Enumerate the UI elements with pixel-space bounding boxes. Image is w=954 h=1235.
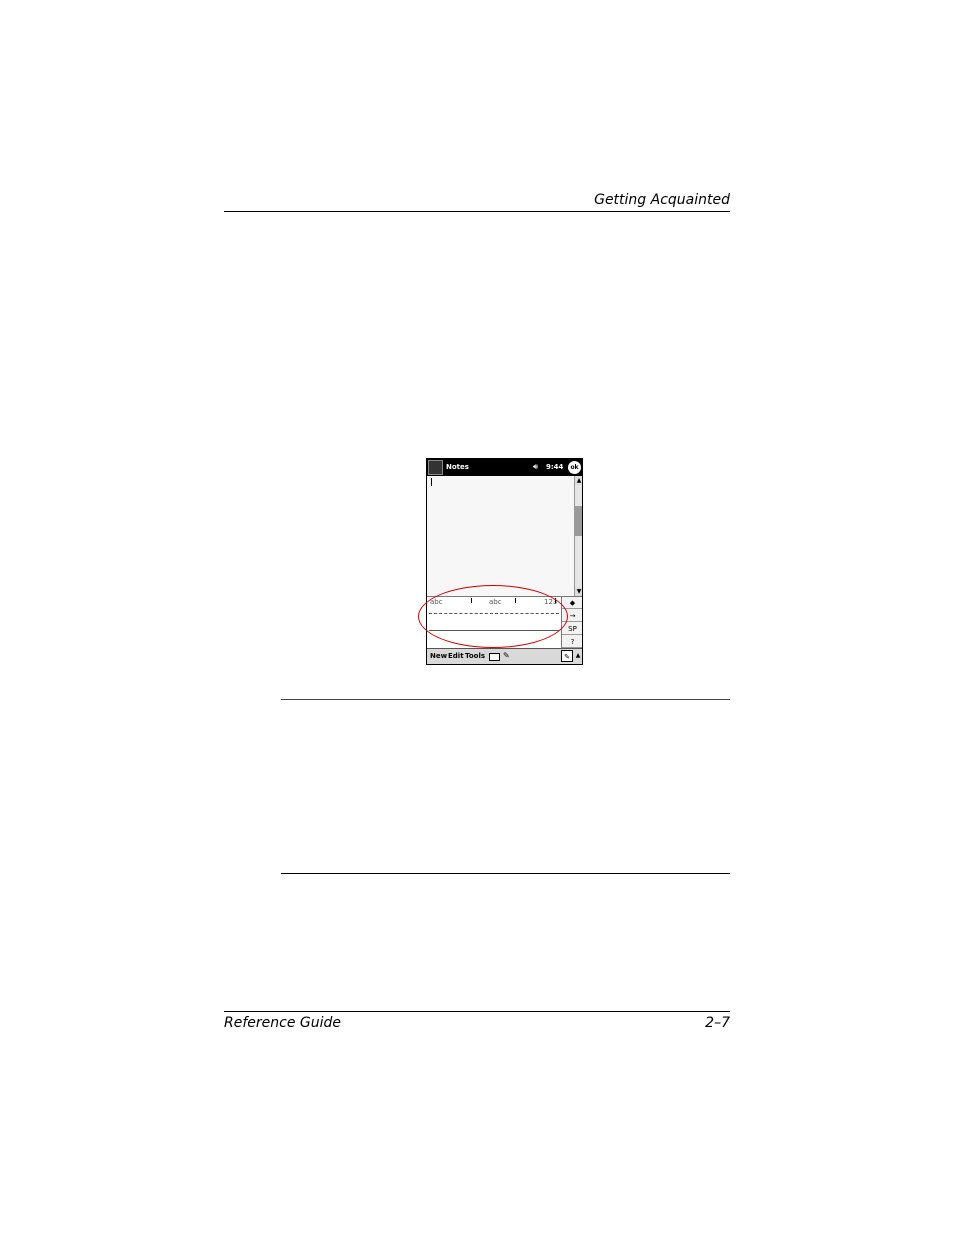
windows-start-icon[interactable] [428,460,443,475]
input-method-icon[interactable]: ✎ [561,650,573,662]
menu-bar: New Edit Tools ✎ ✎ ▲ [427,648,582,664]
footer-rule [224,1011,730,1012]
clock[interactable]: 9:44 [546,462,563,472]
menu-edit[interactable]: Edit [448,652,464,661]
vertical-scrollbar[interactable]: ▲ ▼ [574,476,582,596]
menu-new[interactable]: New [430,652,447,661]
highlight-ellipse [418,585,568,648]
text-cursor [431,478,432,486]
menu-tools[interactable]: Tools [465,652,485,661]
scroll-down-icon[interactable]: ▼ [575,587,582,596]
scroll-thumb[interactable] [575,506,582,536]
title-bar: Notes 🔊︎ 9:44 ok [427,459,582,476]
speaker-icon[interactable]: 🔊︎ [533,462,538,472]
running-header: Getting Acquainted [594,192,730,208]
input-selector-icon[interactable]: ▲ [574,650,582,662]
app-title: Notes [446,463,469,471]
pen-icon[interactable]: ✎ [503,651,510,661]
ok-button[interactable]: ok [568,461,581,474]
scroll-up-icon[interactable]: ▲ [575,476,582,485]
note-bottom-rule [281,873,730,874]
keyboard-icon[interactable] [489,653,500,661]
footer-title: Reference Guide [224,1015,341,1031]
page-number: 2–7 [705,1015,730,1031]
header-rule [224,211,730,212]
help-button[interactable]: ? [562,636,582,648]
note-top-rule [281,699,730,700]
